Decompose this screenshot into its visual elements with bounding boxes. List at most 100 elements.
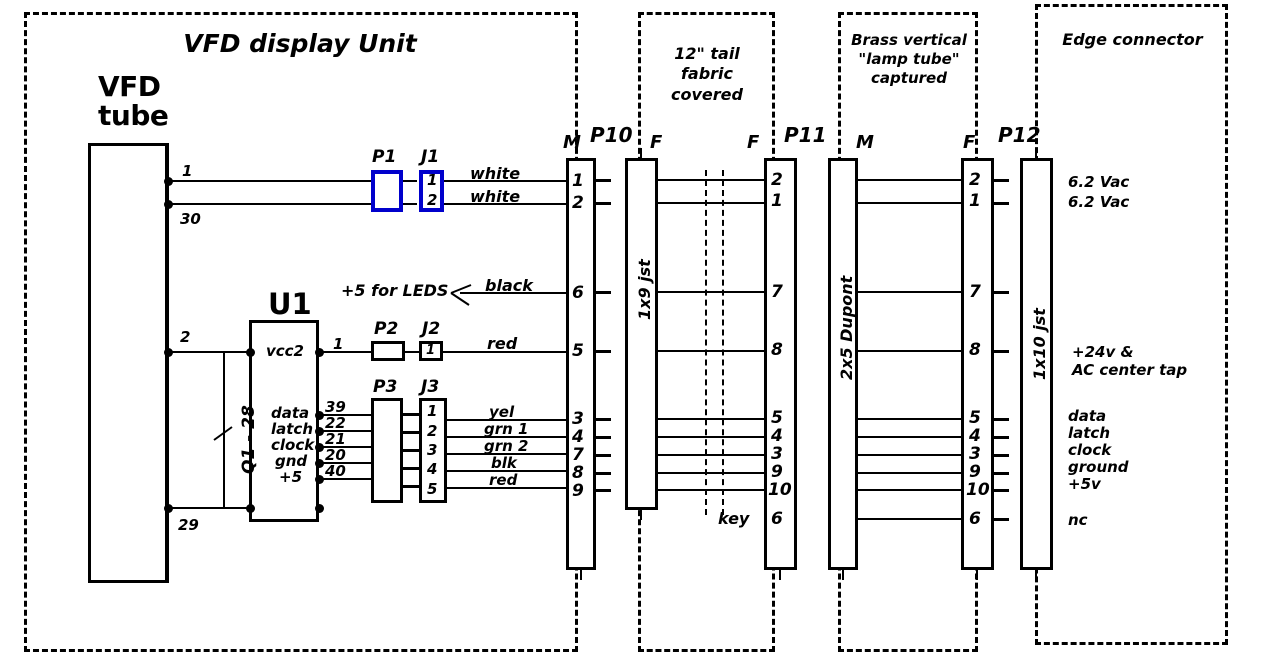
edge-bar-top-tab [1035, 148, 1037, 160]
p12-pin-5: 5 [969, 408, 981, 428]
p11-left-pin-5: 5 [771, 408, 783, 428]
connector-p1-label: P1 [372, 147, 397, 167]
edge-signal-clock: clock [1068, 441, 1112, 459]
p11-male-bottom-tab [842, 568, 844, 580]
brass-wire-8 [858, 472, 965, 474]
connector-p11-female-left-label: F [747, 132, 760, 153]
p12-pin-9: 9 [969, 462, 981, 482]
brass-wire-7 [858, 454, 965, 456]
j2-pin-1: 1 [426, 343, 436, 358]
p11-left-pin-9: 9 [771, 462, 783, 482]
j3-pin-2: 2 [427, 422, 438, 440]
wire-tube-pin29-to-u1gnd [167, 507, 253, 509]
p1-j1-link-top [403, 180, 417, 182]
cable-wire-6 [658, 436, 764, 438]
p12-stub-3 [994, 291, 1009, 294]
cable-wire-8 [658, 472, 764, 474]
edge-bar-bottom-tab [1035, 568, 1037, 580]
connector-p10-female-label: F [650, 132, 663, 153]
brass-wire-4 [858, 350, 965, 352]
p3-j3-link-4 [403, 467, 419, 470]
cable-wire-3 [658, 291, 764, 293]
wire-label-red-lower: red [489, 471, 518, 489]
tube-bus-vertical [167, 143, 169, 583]
connector-p3-plug[interactable] [371, 398, 403, 503]
vfd-tube-pin-2: 2 [180, 328, 191, 346]
u1-pin-clock-number: 21 [325, 430, 346, 448]
p12-stub-5 [994, 418, 1009, 421]
leds-note-label: +5 for LEDS [341, 281, 449, 300]
u1-pin-vcc2-label: vcc2 [266, 342, 304, 360]
u1-pin-p5-number: 40 [325, 462, 346, 480]
vfd-tube-pin-30: 30 [180, 210, 201, 228]
vfd-tube-body [88, 143, 168, 583]
p12-stub-1 [994, 179, 1009, 182]
connector-p1-plug[interactable] [371, 170, 403, 212]
p12-pin-4: 4 [969, 426, 981, 446]
connector-p10-male-label: M [563, 132, 581, 153]
connector-p12-label: P12 [998, 123, 1041, 147]
j3-pin-1: 1 [427, 402, 438, 420]
u1-pin-p5-label: +5 [279, 468, 303, 486]
connector-edge-type: 1x10 jst [1030, 308, 1049, 380]
connector-p12-female-label: F [963, 132, 976, 153]
connector-p11-male-label: M [856, 132, 874, 153]
p10-female-top-tab [640, 148, 642, 160]
cable-sleeve-right [722, 170, 724, 515]
p12-stub-9 [994, 489, 1009, 492]
p10-male-pin-3: 3 [572, 409, 584, 429]
zone-edge-connector [1035, 4, 1228, 645]
p10-stub-4 [596, 436, 611, 439]
cable-wire-9 [658, 489, 764, 491]
vfd-tube-label: VFD tube [98, 70, 169, 133]
p11-left-pin-3: 3 [771, 444, 783, 464]
connector-p3-label: P3 [373, 377, 398, 397]
connector-j2-label: J2 [422, 319, 441, 339]
edge-signal-latch: latch [1068, 424, 1111, 442]
brass-wire-5 [858, 418, 965, 420]
q1-28-slash-icon [213, 426, 233, 441]
p12-stub-7 [994, 454, 1009, 457]
edge-signal-6v2-ac-1: 6.2 Vac [1068, 173, 1130, 191]
vfd-tube-pin-29: 29 [178, 516, 199, 534]
edge-signal-data: data [1068, 407, 1107, 425]
p11-left-pin-6: 6 [771, 509, 783, 529]
p11-left-pin-1: 1 [771, 191, 783, 211]
wire-vcc2-to-p2 [319, 351, 371, 353]
cable-wire-7 [658, 454, 764, 456]
j3-pin-3: 3 [427, 441, 438, 459]
p12-stub-8 [994, 472, 1009, 475]
zone-brass-lamp-tube [838, 12, 978, 652]
edge-signal-nc: nc [1068, 511, 1088, 529]
zone-title-brass-lamp-tube: Brass vertical "lamp tube" captured [851, 31, 967, 88]
cable-key-label: key [718, 509, 750, 528]
p10-stub-8 [596, 472, 611, 475]
wire-label-grn1: grn 1 [484, 420, 529, 438]
p10-male-pin-7: 7 [572, 445, 584, 465]
p10-male-pin-8: 8 [572, 463, 584, 483]
wire-u1-p5-to-p3 [319, 478, 371, 480]
connector-p2-plug[interactable] [371, 341, 405, 361]
p2-j2-link [405, 351, 419, 353]
p11-left-bottom-tab [779, 568, 781, 580]
wire-u1-clock-to-p3 [319, 446, 371, 448]
p12-stub-2 [994, 202, 1009, 205]
wiring-diagram-canvas: VFD display Unit 12" tail fabric covered… [0, 0, 1262, 671]
p12-pin-2: 2 [969, 170, 981, 190]
connector-p10-male-bar[interactable] [566, 158, 596, 570]
u1-pin-gnd-number: 20 [325, 446, 346, 464]
wire-u1-gnd-to-p3 [319, 462, 371, 464]
p10-male-pin-5: 5 [572, 341, 584, 361]
cable-wire-5 [658, 418, 764, 420]
u1-pin-vcc2-number: 1 [333, 335, 344, 353]
cable-wire-4 [658, 350, 764, 352]
u1-dot-bottom-right [315, 504, 324, 513]
wire-u1-data-to-p3 [319, 414, 371, 416]
p11-left-pin-4: 4 [771, 426, 783, 446]
brass-wire-6 [858, 436, 965, 438]
p10-stub-2 [596, 202, 611, 205]
p3-j3-link-5 [403, 485, 419, 488]
j3-pin-4: 4 [427, 460, 438, 478]
connector-p10-female-bar[interactable] [625, 158, 658, 510]
brass-wire-2 [858, 202, 965, 204]
